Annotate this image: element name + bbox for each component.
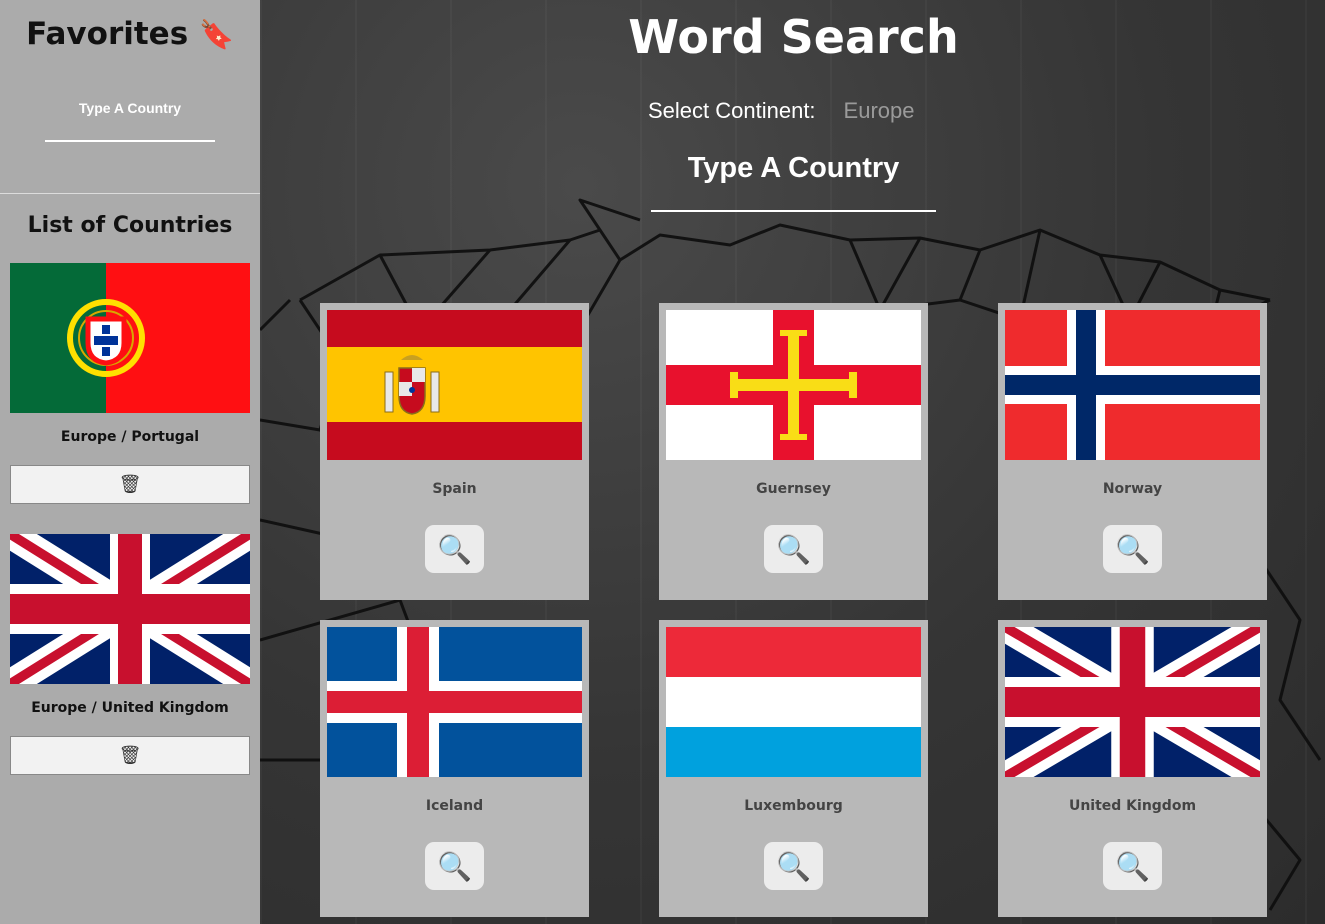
country-card-spain: Spain 🔍 bbox=[320, 303, 589, 600]
favorites-sidebar: Favorites 🔖 Type A Country List of Count… bbox=[0, 0, 260, 924]
country-search-underline bbox=[651, 210, 936, 212]
search-country-button[interactable]: 🔍 bbox=[425, 842, 484, 890]
magnifier-icon: 🔍 bbox=[776, 532, 811, 566]
country-name: Iceland bbox=[425, 798, 484, 814]
continent-selector: Select Continent: Europe bbox=[648, 98, 915, 124]
continent-label: Select Continent: bbox=[648, 98, 816, 123]
search-country-button[interactable]: 🔍 bbox=[425, 525, 484, 573]
favorites-search-underline bbox=[45, 140, 215, 142]
country-card-luxembourg: Luxembourg 🔍 bbox=[659, 620, 928, 917]
sidebar-divider bbox=[0, 193, 260, 194]
luxembourg-flag bbox=[666, 627, 921, 777]
country-name: Luxembourg bbox=[744, 798, 843, 814]
united-kingdom-flag bbox=[1005, 627, 1260, 777]
favorite-item-united-kingdom: Europe / United Kingdom 🗑 bbox=[10, 534, 250, 775]
norway-flag bbox=[1005, 310, 1260, 460]
search-country-button[interactable]: 🔍 bbox=[1103, 525, 1162, 573]
magnifier-icon: 🔍 bbox=[776, 849, 811, 883]
favorite-caption: Europe / United Kingdom bbox=[31, 700, 229, 716]
magnifier-icon: 🔍 bbox=[437, 532, 472, 566]
favorite-caption: Europe / Portugal bbox=[60, 429, 200, 445]
trash-icon: 🗑 bbox=[118, 745, 142, 766]
iceland-flag bbox=[327, 627, 582, 777]
search-country-button[interactable]: 🔍 bbox=[764, 525, 823, 573]
spain-flag bbox=[327, 310, 582, 460]
country-name: Guernsey bbox=[756, 481, 831, 497]
united-kingdom-flag bbox=[10, 534, 250, 684]
search-country-button[interactable]: 🔍 bbox=[1103, 842, 1162, 890]
guernsey-flag bbox=[666, 310, 921, 460]
remove-favorite-button[interactable]: 🗑 bbox=[10, 465, 250, 504]
country-name: United Kingdom bbox=[1068, 798, 1197, 814]
country-card-guernsey: Guernsey 🔍 bbox=[659, 303, 928, 600]
list-of-countries-title: List of Countries bbox=[27, 213, 233, 238]
word-search-panel: Word Search Select Continent: Europe Typ… bbox=[260, 0, 1325, 924]
favorites-title: Favorites 🔖 bbox=[0, 16, 260, 52]
bookmark-icon: 🔖 bbox=[198, 18, 234, 51]
country-card-iceland: Iceland 🔍 bbox=[320, 620, 589, 917]
continent-select[interactable]: Europe bbox=[844, 98, 915, 124]
magnifier-icon: 🔍 bbox=[1115, 849, 1150, 883]
favorite-item-portugal: Europe / Portugal 🗑 bbox=[10, 263, 250, 504]
remove-favorite-button[interactable]: 🗑 bbox=[10, 736, 250, 775]
country-search-input[interactable]: Type A Country bbox=[651, 152, 936, 185]
country-name: Norway bbox=[1102, 481, 1163, 497]
page-title: Word Search bbox=[628, 10, 959, 64]
portugal-flag bbox=[10, 263, 250, 413]
search-country-button[interactable]: 🔍 bbox=[764, 842, 823, 890]
trash-icon: 🗑 bbox=[118, 474, 142, 495]
country-name: Spain bbox=[432, 481, 477, 497]
magnifier-icon: 🔍 bbox=[1115, 532, 1150, 566]
favorites-title-text: Favorites bbox=[26, 16, 189, 52]
country-card-norway: Norway 🔍 bbox=[998, 303, 1267, 600]
favorites-search-input[interactable]: Type A Country bbox=[45, 100, 215, 116]
magnifier-icon: 🔍 bbox=[437, 849, 472, 883]
country-card-united-kingdom: United Kingdom 🔍 bbox=[998, 620, 1267, 917]
